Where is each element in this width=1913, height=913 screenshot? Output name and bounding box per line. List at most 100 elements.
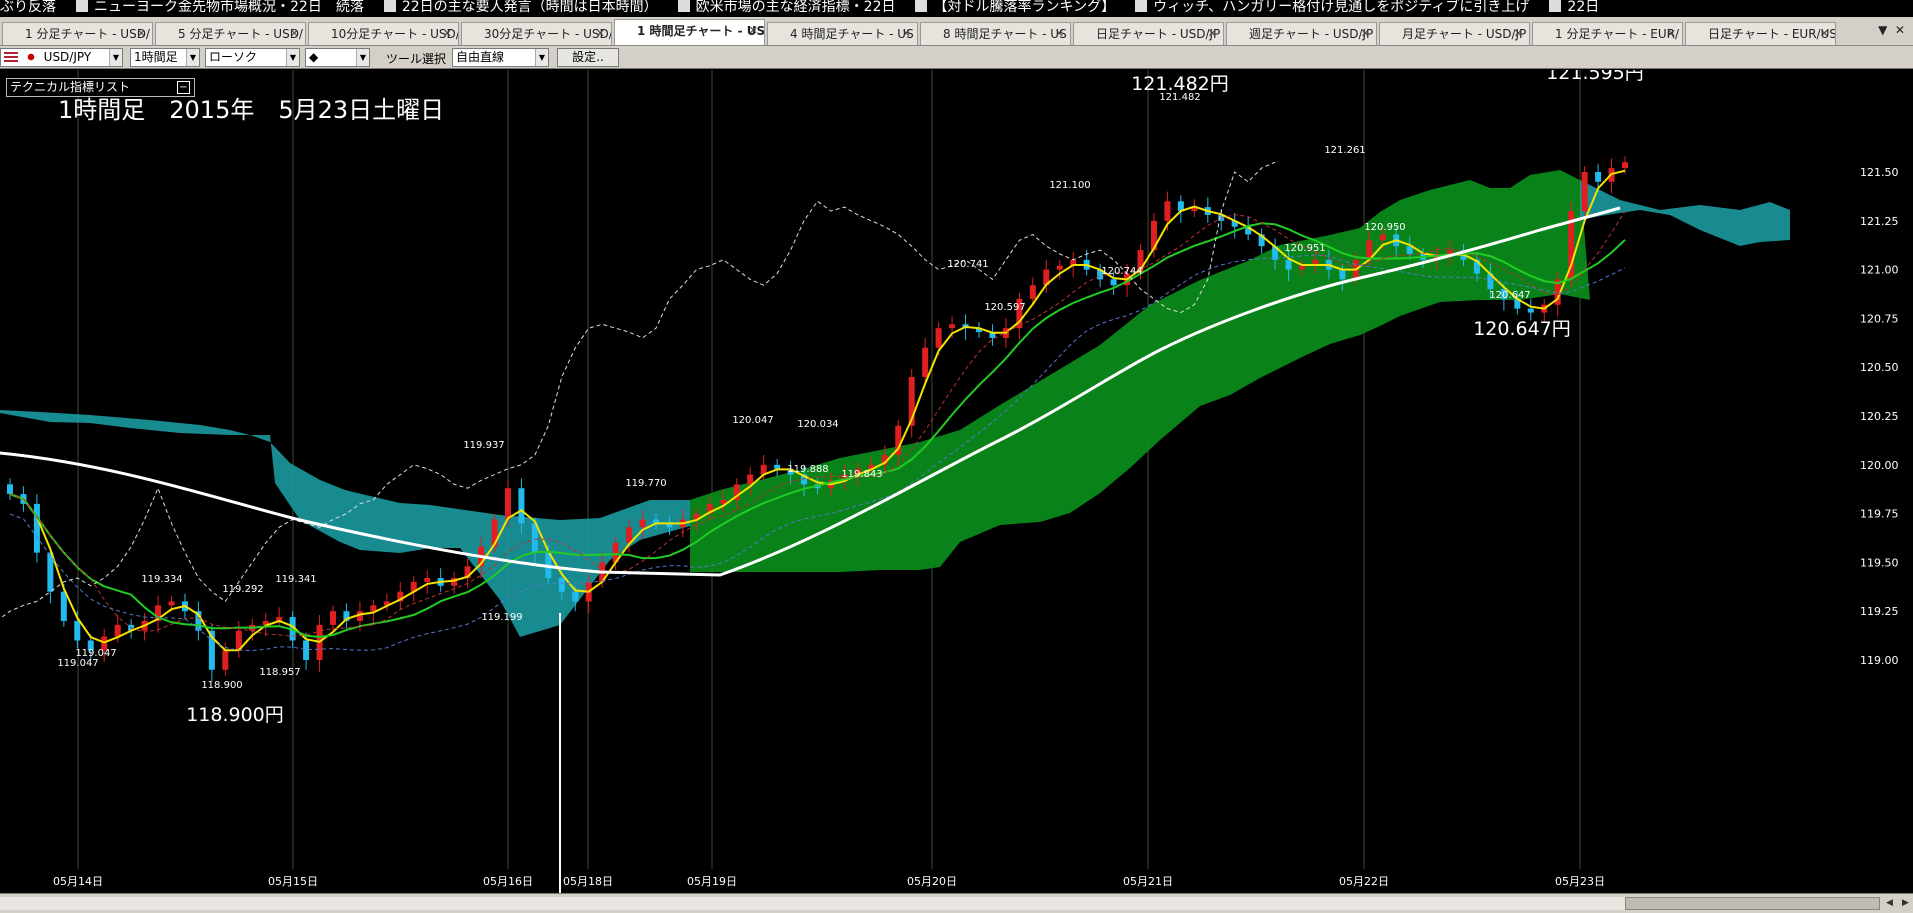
tab-chart-0[interactable]: 1 分足チャート - USD/✕ [2,22,153,45]
chart-style-select[interactable]: ローソク ▼ [205,48,300,67]
candle-body [1056,265,1063,270]
tab-label: 4 時間足チャート - US [790,27,914,41]
close-icon[interactable]: ✕ [137,23,146,45]
candle-body [518,488,525,524]
news-headline[interactable]: ぶり反落 [0,0,56,15]
chart-toolbar: USD/JPY ▼ 1時間足 ▼ ローソク ▼ ◆ ▼ ツール選択 自由直線 ▼… [0,46,1913,69]
price-annotation: 119.888 [787,464,828,475]
scroll-right-icon[interactable]: ▶ [1898,896,1913,911]
scroll-track[interactable] [0,897,1880,910]
indicator-list-label: テクニカル指標リスト [10,80,131,94]
candle-body [222,650,229,670]
candle-body [1164,201,1171,221]
close-icon[interactable]: ✕ [596,23,605,45]
y-tick-label: 121.25 [1860,215,1899,228]
close-icon[interactable]: ✕ [902,23,911,45]
news-bullet-icon [1135,0,1148,12]
tab-chart-8[interactable]: 週足チャート - USD/JP ✕ [1226,22,1377,45]
marker-value: ◆ [309,50,319,64]
settings-button[interactable]: 設定.. [557,48,619,67]
candle-body [424,578,431,582]
close-icon[interactable]: ✕ [1820,23,1829,45]
kumo-cloud-bullish [690,170,1590,572]
x-tick-label: 05月22日 [1339,875,1389,888]
candle-body [74,620,81,641]
candle-body [774,464,781,469]
news-headline[interactable]: 22日 [1567,0,1599,15]
price-annotation: 118.900 [201,680,242,691]
close-icon[interactable]: ✕ [1667,23,1676,45]
news-bullet-icon [915,0,928,12]
x-tick-label: 05月15日 [268,875,318,888]
tab-chart-11[interactable]: 日足チャート - EUR/US ✕ [1685,22,1836,45]
candle-body [504,488,511,520]
news-headline[interactable]: 22日の主な要人発言（時間は日本時間） [402,0,658,15]
close-icon[interactable]: ✕ [1514,23,1523,45]
close-icon[interactable]: ✕ [1055,23,1064,45]
close-icon[interactable]: ✕ [1208,23,1217,45]
tab-chart-4[interactable]: 1 時間足チャート - US ✕ [614,19,765,45]
tab-label: 1 分足チャート - USD/ [25,27,150,41]
us-flag-icon [4,52,18,62]
news-ticker[interactable]: ぶり反落 ニューヨーク金先物市場概況・22日 続落 22日の主な要人発言（時間は日本… [0,0,1913,15]
tab-chart-3[interactable]: 30分足チャート - USD/✕ [461,22,612,45]
marker-select[interactable]: ◆ ▼ [305,48,370,67]
price-chart[interactable]: 121.50 121.25 121.00 120.75 120.50 120.25 120.… [0,62,1913,893]
news-headline[interactable]: 【対ドル騰落率ランキング】 [933,0,1115,15]
tab-chart-2[interactable]: 10分足チャート - USD/✕ [308,22,459,45]
chart-scrollbar[interactable]: ◀ ▶ [0,893,1913,913]
currency-pair-select[interactable]: USD/JPY ▼ [0,48,123,67]
close-icon[interactable]: ✕ [443,23,452,45]
minimize-icon[interactable]: − [177,81,190,94]
scroll-thumb[interactable] [1625,897,1880,910]
chart-canvas[interactable]: 121.50 121.25 121.00 120.75 120.50 120.25 120.… [0,62,1913,893]
close-icon[interactable]: ✕ [290,23,299,45]
x-tick-label: 05月23日 [1555,875,1605,888]
tool-select-label: ツール選択 [386,52,447,66]
price-annotation: 121.261 [1324,145,1365,156]
chart-heading: 1時間足 2015年 5月23日土曜日 [58,96,444,124]
currency-pair-value: USD/JPY [43,50,92,64]
tab-label: 10分足チャート - USD/ [331,27,459,41]
price-annotation: 120.950 [1364,222,1405,233]
news-bullet-icon [677,0,690,12]
tab-scroll-controls[interactable]: ▼ ✕ [1878,23,1905,37]
y-tick-label: 121.00 [1860,264,1899,277]
indicator-list-panel[interactable]: テクニカル指標リスト − [6,78,195,97]
x-tick-label: 05月21日 [1123,875,1173,888]
tab-chart-7[interactable]: 日足チャート - USD/JP ✕ [1073,22,1224,45]
price-annotation: 119.770 [625,478,666,489]
news-headline[interactable]: ウィッチ、ハンガリー格付け見通しをポジティブに引き上げ [1153,0,1529,15]
drawing-tool-value: 自由直線 [456,50,505,64]
close-icon[interactable]: ✕ [749,20,758,42]
tab-chart-1[interactable]: 5 分足チャート - USD/✕ [155,22,306,45]
price-annotation: 119.199 [481,612,522,623]
candle-body [1527,308,1534,313]
news-headline[interactable]: 欧米市場の主な経済指標・22日 [696,0,896,15]
x-tick-label: 05月19日 [687,875,737,888]
news-headline[interactable]: ニューヨーク金先物市場概況・22日 続落 [94,0,364,15]
drawing-tool-select[interactable]: 自由直線 ▼ [452,48,549,67]
chevron-down-icon: ▼ [356,49,369,66]
tab-chart-10[interactable]: 1 分足チャート - EUR/✕ [1532,22,1683,45]
candle-body [1029,285,1036,299]
close-icon[interactable]: ✕ [1361,23,1370,45]
price-annotation: 118.957 [259,667,300,678]
candle-body [1299,265,1305,270]
scroll-left-icon[interactable]: ◀ [1882,896,1897,911]
timeframe-select[interactable]: 1時間足 ▼ [130,48,200,67]
tab-label: 1 時間足チャート - US [637,24,765,38]
tab-chart-9[interactable]: 月足チャート - USD/JP ✕ [1379,22,1530,45]
price-annotation: 120.597 [984,302,1025,313]
candle-body [639,519,646,528]
candle-body [1581,172,1588,212]
tab-label: 日足チャート - EUR/US [1708,27,1836,41]
candle-body [1379,234,1386,241]
x-tick-label: 05月16日 [483,875,533,888]
candle-body [33,503,40,553]
chevron-down-icon: ▼ [186,49,199,66]
chart-tab-bar: 1 分足チャート - USD/✕ 5 分足チャート - USD/✕ 10分足チャート… [0,17,1913,46]
tab-chart-6[interactable]: 8 時間足チャート - US ✕ [920,22,1071,45]
tab-chart-5[interactable]: 4 時間足チャート - US ✕ [767,22,918,45]
y-tick-label: 120.00 [1860,459,1899,472]
